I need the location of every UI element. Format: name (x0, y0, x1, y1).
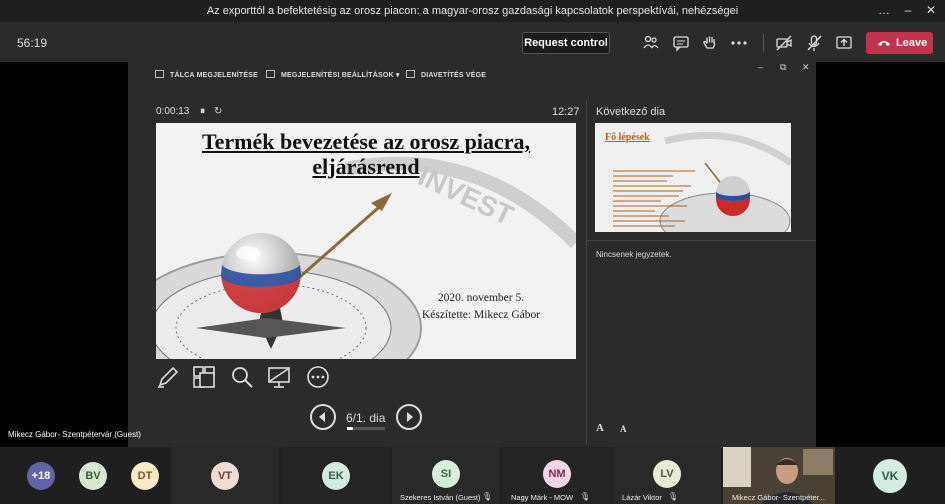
next-slide-button[interactable] (396, 404, 422, 430)
clock: 12:27 (552, 106, 580, 118)
mic-off-icon: 🎙 (482, 492, 493, 501)
avatar-vk: VK (873, 459, 907, 493)
participant-strip: +18 BV DT VT EK SI Szekeres István (Gues… (0, 447, 945, 504)
hang-up-icon (878, 41, 890, 46)
zoom-icon[interactable] (230, 365, 254, 389)
next-slide-thumbnail[interactable]: Fő lépések (595, 123, 791, 232)
end-slideshow-icon (406, 70, 415, 78)
more-actions-icon[interactable] (730, 34, 748, 52)
overflow-participants-badge[interactable]: +18 (27, 462, 55, 490)
elapsed-time: 0:00:13 (156, 106, 190, 117)
participant-tile-vt: VT (171, 447, 279, 504)
show-taskbar-button[interactable]: TÁLCA MEGJELENÍTÉSE (155, 70, 258, 79)
previous-slide-button[interactable] (310, 404, 336, 430)
presenter-view: TÁLCA MEGJELENÍTÉSE MEGJELENÍTÉSI BEÁLLÍ… (128, 62, 816, 447)
increase-font-button[interactable]: A (596, 422, 604, 434)
presenter-name-tag: Mikecz Gábor- Szentpétervár (Guest) (8, 430, 141, 439)
elapsed-timer: 0:00:13 ⏸ ↻ (156, 106, 222, 117)
slide-title-line2: eljárásrend (312, 154, 420, 179)
next-slide-title: Fő lépések (605, 132, 650, 143)
leave-label: Leave (896, 37, 928, 49)
share-screen-icon[interactable] (835, 34, 853, 52)
avatar-vt: VT (211, 462, 239, 490)
more-options-icon[interactable]: … (873, 3, 895, 17)
end-slideshow-button[interactable]: DIAVETÍTÉS VÉGE (406, 70, 486, 79)
participant-tile-nm: NM Nagy Márk - MOW 🎙 (502, 447, 612, 504)
current-slide: INVEST Termék bevezetése az orosz piacra… (156, 123, 576, 359)
participant-tile-si: SI Szekeres István (Guest) 🎙 (392, 447, 500, 504)
participant-tile-video: Mikecz Gábor- Szentpéter... (723, 447, 835, 504)
see-all-slides-icon[interactable] (192, 365, 216, 389)
slide-progress-bar (347, 427, 385, 430)
arrow-right-icon (407, 412, 413, 422)
participant-tile-lv: LV Lázár Viktor 🎙 (613, 447, 721, 504)
window-title: Az exporttól a befektetésig az orosz pia… (206, 5, 739, 17)
slide-title-line1: Termék bevezetése az orosz piacra, (201, 129, 531, 154)
request-control-button[interactable]: Request control (522, 32, 610, 54)
display-settings-label: MEGJELENÍTÉSI BEÁLLÍTÁSOK ▾ (281, 72, 400, 79)
slide-author: Készítette: Mikecz Gábor (421, 309, 541, 321)
microphone-off-icon[interactable] (805, 34, 823, 52)
mic-off-icon: 🎙 (580, 492, 591, 501)
meeting-toolbar: 56:19 Request control Leave (0, 22, 945, 62)
display-settings-button[interactable]: MEGJELENÍTÉSI BEÁLLÍTÁSOK ▾ (266, 70, 400, 79)
close-window-button[interactable]: ✕ (920, 3, 942, 17)
mic-off-icon: 🎙 (668, 492, 679, 501)
participant-name: Nagy Márk - MOW (511, 493, 574, 502)
toolbar-divider (763, 34, 764, 52)
black-screen-icon[interactable] (267, 365, 291, 389)
pen-tool-icon[interactable] (156, 365, 180, 389)
avatar-bv: BV (79, 462, 107, 490)
slide-counter[interactable]: 6/1. dia (346, 411, 385, 425)
next-slide-label: Következő dia (596, 106, 666, 118)
decrease-font-button[interactable]: A (620, 424, 627, 434)
slide-progress-fill (347, 427, 354, 430)
meeting-duration: 56:19 (17, 36, 48, 50)
presenter-close-button[interactable]: ✕ (802, 62, 810, 73)
panel-divider (586, 100, 587, 445)
avatar-nm: NM (543, 460, 571, 488)
slide-date: 2020. november 5. (437, 292, 525, 304)
participant-name: Mikecz Gábor- Szentpéter... (732, 493, 825, 502)
end-slideshow-label: DIAVETÍTÉS VÉGE (421, 72, 487, 79)
arrow-left-icon (319, 412, 325, 422)
minimize-button[interactable]: – (897, 3, 919, 17)
slide-title: Termék bevezetése az orosz piacra, eljár… (156, 129, 576, 179)
participant-tile-ek: EK (281, 447, 391, 504)
raise-hand-icon[interactable] (701, 34, 719, 52)
participant-name: Lázár Viktor (622, 493, 662, 502)
show-taskbar-label: TÁLCA MEGJELENÍTÉSE (170, 72, 258, 79)
participants-icon[interactable] (642, 34, 660, 52)
avatar-dt: DT (131, 462, 159, 490)
pause-icon[interactable]: ⏸ (200, 106, 205, 117)
window-titlebar: Az exporttól a befektetésig az orosz pia… (0, 0, 945, 22)
avatar-ek: EK (322, 462, 350, 490)
notes-divider (586, 240, 816, 241)
speaker-notes: Nincsenek jegyzetek. (596, 250, 672, 259)
display-settings-icon (266, 70, 275, 78)
participant-name: Szekeres István (Guest) (400, 493, 481, 502)
avatar-si: SI (432, 460, 460, 488)
more-slide-options-icon[interactable] (306, 365, 330, 389)
leave-button[interactable]: Leave (866, 32, 933, 54)
presenter-minimize-button[interactable]: – (758, 62, 763, 72)
camera-off-icon[interactable] (775, 34, 793, 52)
chat-icon[interactable] (672, 34, 690, 52)
presenter-restore-button[interactable]: ⧉ (780, 62, 786, 73)
taskbar-icon (155, 70, 164, 78)
avatar-lv: LV (653, 460, 681, 488)
reset-timer-icon[interactable]: ↻ (214, 106, 222, 117)
